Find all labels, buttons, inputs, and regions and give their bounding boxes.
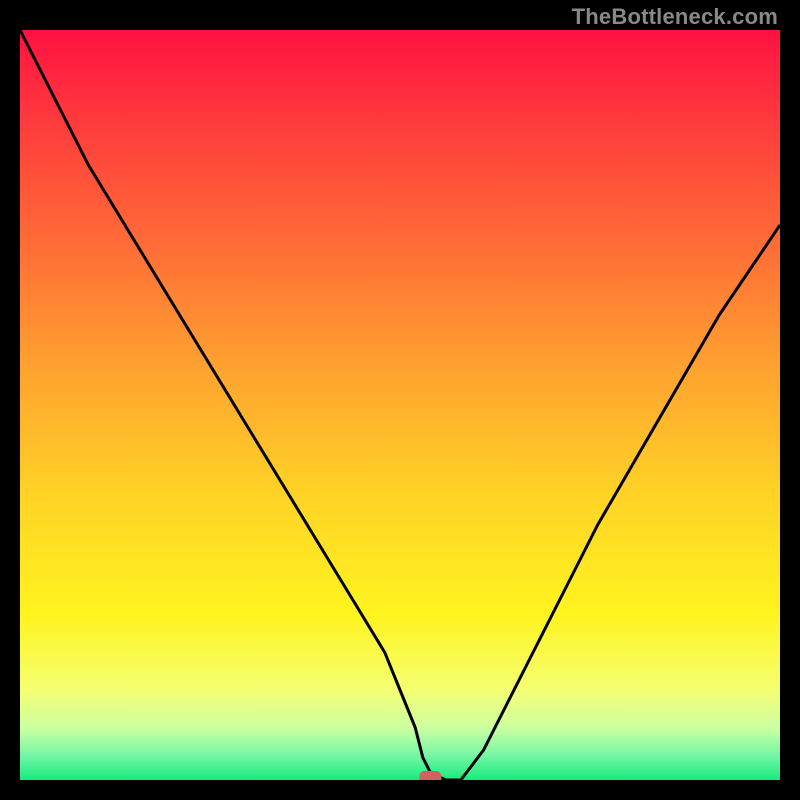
watermark-text: TheBottleneck.com bbox=[572, 4, 778, 30]
optimal-marker bbox=[419, 771, 441, 780]
chart-frame: TheBottleneck.com bbox=[0, 0, 800, 800]
plot-area bbox=[20, 30, 780, 780]
plot-svg bbox=[20, 30, 780, 780]
